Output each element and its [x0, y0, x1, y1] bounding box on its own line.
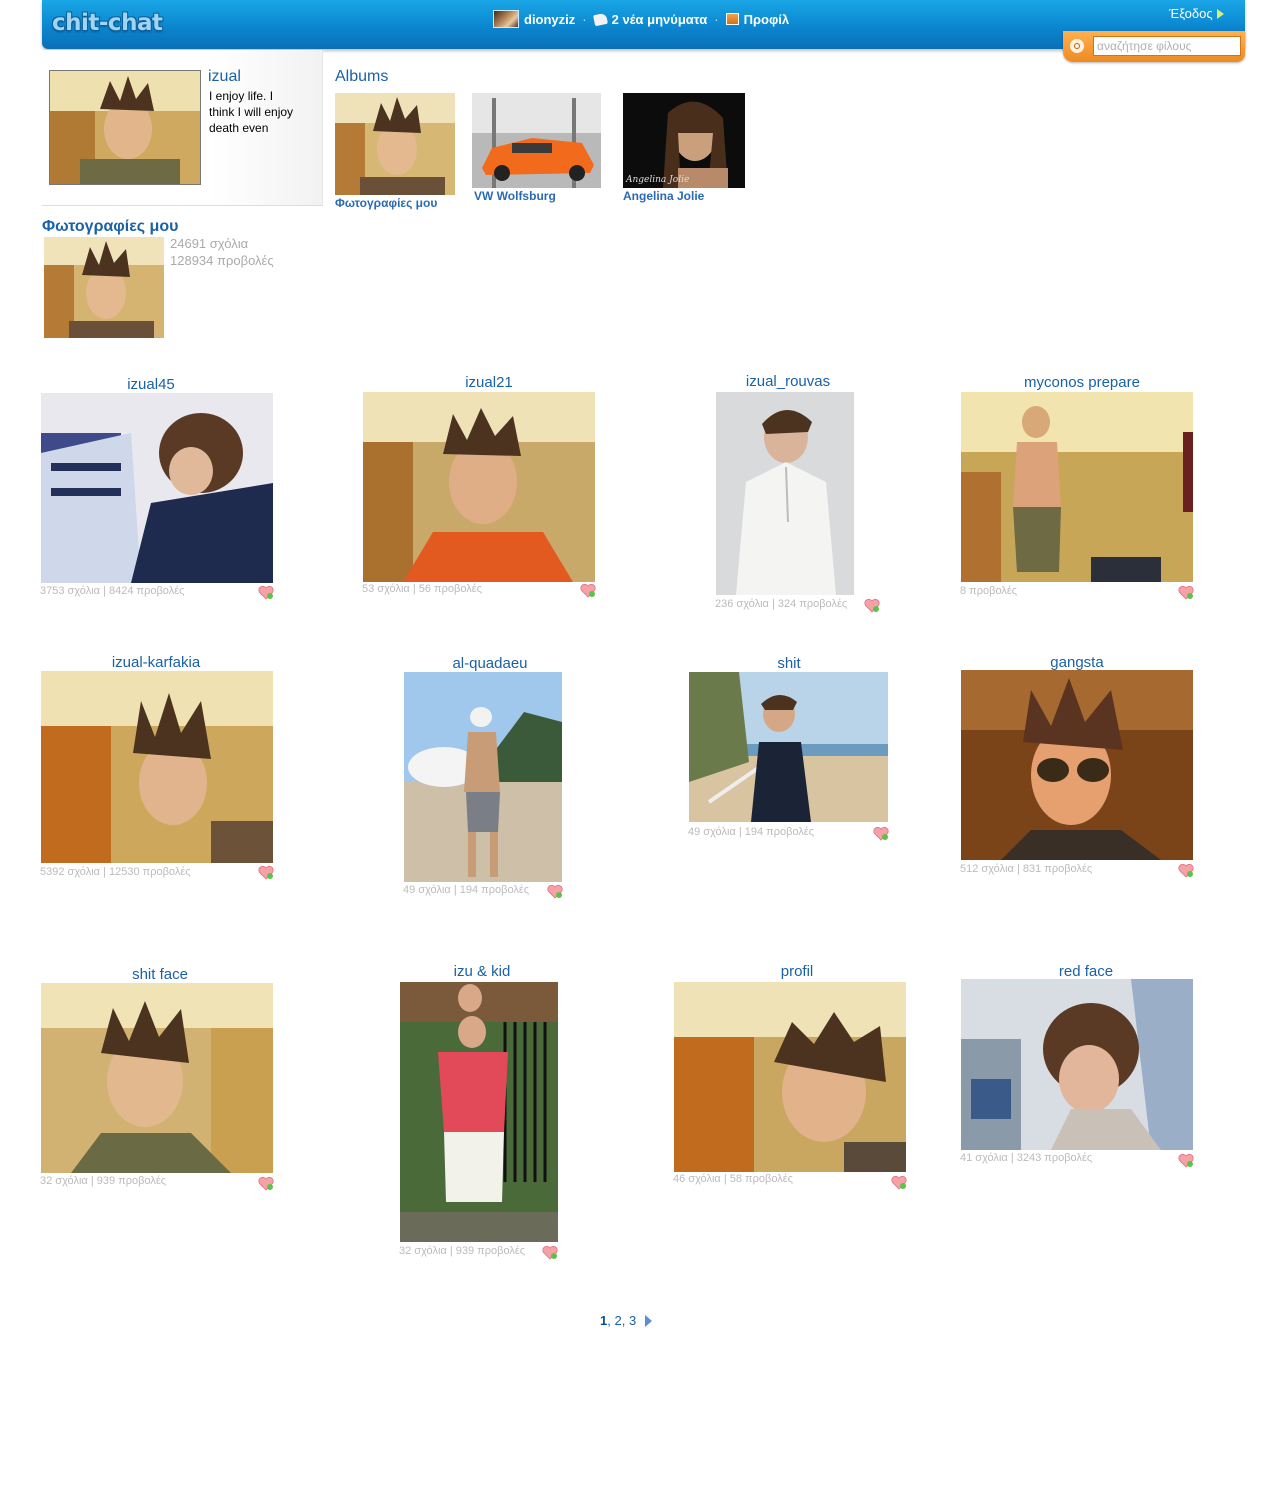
nav-separator: · [714, 11, 719, 27]
photo-meta: 5392 σχόλια | 12530 προβολές [40, 866, 191, 878]
photo-thumb[interactable] [41, 393, 273, 583]
nav-separator: · [582, 11, 587, 27]
my-photos-heading[interactable]: Φωτογραφίες μου [42, 218, 178, 236]
favorite-heart-icon[interactable] [1178, 863, 1194, 878]
favorite-heart-icon[interactable] [258, 865, 274, 880]
album-thumb-vw-wolfsburg[interactable] [472, 93, 601, 188]
page-separator: , [607, 1313, 615, 1328]
albums-heading: Albums [335, 68, 389, 85]
profile-icon [725, 13, 739, 25]
photo-meta: 41 σχόλια | 3243 προβολές [960, 1152, 1093, 1164]
album-label-angelina-jolie[interactable]: Angelina Jolie [623, 189, 704, 203]
photo-meta: 49 σχόλια | 194 προβολές [403, 884, 530, 896]
photo-title[interactable]: izual_rouvas [678, 373, 898, 390]
photo-title[interactable]: izual21 [379, 374, 599, 391]
top-nav: dionyziz · 2 νέα μηνύματα · Προφίλ [493, 10, 789, 28]
photo-meta: 46 σχόλια | 58 προβολές [673, 1173, 793, 1185]
messages-icon [592, 12, 608, 26]
profile-bio: I enjoy life. I think I will enjoy death… [209, 89, 294, 135]
favorite-heart-icon[interactable] [258, 1176, 274, 1191]
photo-thumb[interactable] [674, 982, 906, 1172]
search-bar [1063, 31, 1245, 62]
photo-title[interactable]: red face [976, 963, 1196, 980]
photo-title[interactable]: izual-karfakia [46, 654, 266, 671]
photo-thumb[interactable] [404, 672, 562, 882]
favorite-heart-icon[interactable] [873, 826, 889, 841]
photo-title[interactable]: al-quadaeu [380, 655, 600, 672]
favorite-heart-icon[interactable] [258, 585, 274, 600]
user-avatar-icon[interactable] [493, 10, 519, 28]
logout-arrow-icon [1216, 8, 1224, 19]
logout-label: Έξοδος [1169, 6, 1213, 21]
album-image-overlay-text: Angelina Jolie [626, 175, 690, 185]
profile-link[interactable]: Προφίλ [744, 12, 790, 27]
photo-title[interactable]: izu & kid [372, 963, 592, 980]
photo-thumb[interactable] [961, 392, 1193, 582]
favorite-heart-icon[interactable] [580, 583, 596, 598]
photo-title[interactable]: shit face [50, 966, 270, 983]
photo-meta: 49 σχόλια | 194 προβολές [688, 826, 815, 838]
page-link[interactable]: 2 [614, 1313, 621, 1328]
photo-meta: 32 σχόλια | 939 προβολές [399, 1245, 526, 1257]
photo-meta: 32 σχόλια | 939 προβολές [40, 1175, 167, 1187]
photo-thumb[interactable] [363, 392, 595, 582]
album-thumb-angelina-jolie[interactable]: Angelina Jolie [623, 93, 745, 188]
next-page-arrow-icon[interactable] [645, 1314, 653, 1327]
my-photos-views: 128934 προβολές [170, 253, 274, 268]
logout-link[interactable]: Έξοδος [1169, 6, 1224, 21]
photo-thumb[interactable] [716, 392, 854, 595]
photo-title[interactable]: profil [687, 963, 907, 980]
page-link[interactable]: 3 [629, 1313, 636, 1328]
album-label-my-photos[interactable]: Φωτογραφίες μου [335, 196, 437, 210]
favorite-heart-icon[interactable] [542, 1245, 558, 1260]
photo-meta: 512 σχόλια | 831 προβολές [960, 863, 1093, 875]
favorite-heart-icon[interactable] [547, 884, 563, 899]
photo-thumb[interactable] [689, 672, 888, 822]
photo-thumb[interactable] [41, 671, 273, 863]
my-photos-comments: 24691 σχόλια [170, 236, 249, 251]
page-separator: , [621, 1313, 629, 1328]
photo-thumb[interactable] [961, 670, 1193, 860]
photo-thumb[interactable] [400, 982, 558, 1242]
photo-thumb[interactable] [961, 979, 1193, 1150]
site-logo[interactable]: chit-chat [52, 10, 163, 36]
photo-thumb[interactable] [41, 983, 273, 1173]
photo-meta: 53 σχόλια | 56 προβολές [362, 583, 482, 595]
search-icon[interactable] [1070, 39, 1084, 53]
photo-meta: 236 σχόλια | 324 προβολές [715, 598, 848, 610]
pagination: 1 , 2 , 3 [600, 1313, 653, 1328]
profile-name[interactable]: izual [208, 68, 241, 86]
username-link[interactable]: dionyziz [524, 12, 575, 27]
photo-title[interactable]: gangsta [967, 654, 1187, 671]
photo-title[interactable]: izual45 [41, 376, 261, 393]
album-thumb-my-photos[interactable] [335, 93, 455, 195]
profile-photo[interactable] [49, 70, 201, 185]
page-current: 1 [600, 1313, 608, 1328]
my-photos-thumb[interactable] [44, 237, 164, 338]
favorite-heart-icon[interactable] [1178, 585, 1194, 600]
favorite-heart-icon[interactable] [864, 598, 880, 613]
photo-title[interactable]: shit [679, 655, 899, 672]
photo-title[interactable]: myconos prepare [972, 374, 1192, 391]
favorite-heart-icon[interactable] [1178, 1153, 1194, 1168]
messages-link[interactable]: 2 νέα μηνύματα [612, 12, 708, 27]
photo-meta: 3753 σχόλια | 8424 προβολές [40, 585, 185, 597]
photo-meta: 8 προβολές [960, 585, 1018, 597]
album-label-vw-wolfsburg[interactable]: VW Wolfsburg [474, 189, 556, 203]
favorite-heart-icon[interactable] [891, 1175, 907, 1190]
search-input[interactable] [1093, 36, 1241, 56]
